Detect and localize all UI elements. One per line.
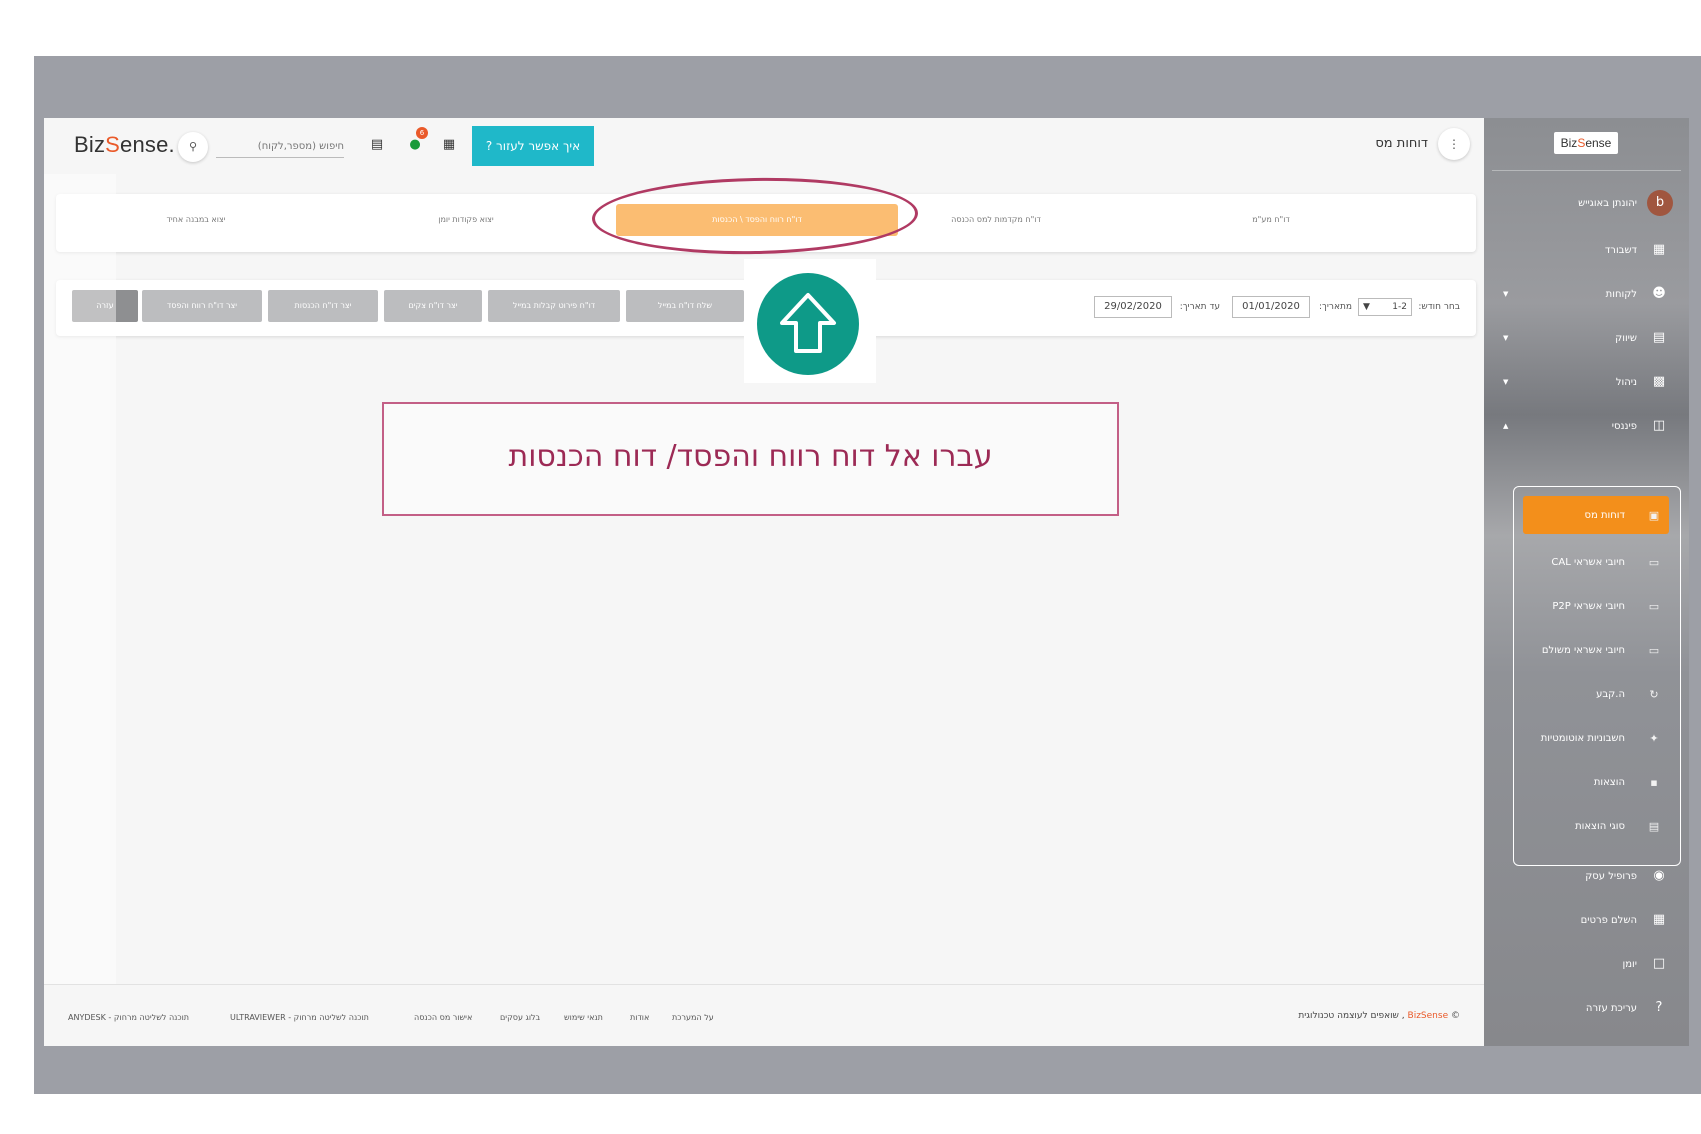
footer-link-ultraviewer[interactable]: תוכנה לשליטה מרחוק - ULTRAVIEWER <box>230 1013 369 1022</box>
footer-link-blog[interactable]: בלוג עסקים <box>500 1013 540 1022</box>
sidebar-item-dashboard[interactable]: ▦ דשבורד <box>1497 238 1667 262</box>
tab-export-journal[interactable]: יצוא פקודות יומן <box>336 204 596 236</box>
submenu-item-auto-invoices[interactable]: ✦ חשבוניות אוטומטיות <box>1523 726 1669 750</box>
to-date-input[interactable]: 29/02/2020 <box>1094 296 1172 318</box>
location-icon: ◉ <box>1653 868 1665 883</box>
chevron-down-icon: ▼ <box>1503 378 1509 386</box>
create-checks-report-button[interactable]: יצר דו"ח צקים <box>384 290 482 322</box>
user-name: יהונתן באוגייש <box>1578 197 1637 209</box>
refresh-icon: ↻ <box>1649 687 1659 701</box>
magic-icon: ✦ <box>1649 731 1659 745</box>
report-icon: ▣ <box>1648 508 1660 522</box>
instruction-callout: עברו אל דוח רווח והפסד/ דוח הכנסות <box>382 402 1119 516</box>
bizsense-logo[interactable]: BizSense. <box>74 132 175 158</box>
tab-vat-report[interactable]: דו"ח מע"מ <box>1136 204 1406 236</box>
submenu-item-standing-order[interactable]: ↻ ה.קבע <box>1523 682 1669 706</box>
more-options-icon[interactable]: ⋮ <box>1438 128 1470 160</box>
send-report-email-button[interactable]: שלח דו"ח במייל <box>626 290 744 322</box>
help-button[interactable]: איך אפשר לעזור ? <box>472 126 594 166</box>
sidebar-item-finance[interactable]: ◫ פיננסי ▲ <box>1497 414 1667 438</box>
sidebar-item-business-profile[interactable]: ◉ פרופיל עסק <box>1497 864 1667 888</box>
copyright: © BizSense , שואפים לעוצמה טכנולוגית <box>1298 1011 1460 1021</box>
notification-badge: 6 <box>416 127 428 139</box>
search-icon[interactable]: ⚲ <box>178 132 208 162</box>
receipts-detail-email-button[interactable]: דו"ח פירוט קבלות במייל <box>488 290 620 322</box>
footer-link-anydesk[interactable]: תוכנה לשליטה מרחוק - ANYDESK <box>68 1013 189 1022</box>
avatar: b <box>1647 190 1673 216</box>
chevron-down-icon: ▼ <box>1503 290 1509 298</box>
up-arrow-icon <box>757 273 859 375</box>
submenu-item-credit-p2p[interactable]: ▭ חיובי אשראי P2P <box>1523 594 1669 618</box>
sidebar-item-complete-details[interactable]: ▦ השלם פרטים <box>1497 908 1667 932</box>
month-select[interactable]: 1-2 ▼ <box>1358 298 1412 316</box>
top-header: BizSense. ⚲ ▤ ● 6 ▦ איך אפשר לעזור ? דוח… <box>44 118 1484 174</box>
store-icon[interactable]: ▤ <box>368 136 386 154</box>
chart-icon: ▩ <box>1652 374 1666 389</box>
calendar-icon: □ <box>1652 956 1666 971</box>
credit-card-icon: ▭ <box>1648 555 1660 569</box>
finance-submenu <box>1513 486 1681 866</box>
footer: © BizSense , שואפים לעוצמה טכנולוגית על … <box>44 984 1484 1046</box>
store-icon: ▤ <box>1652 330 1666 345</box>
credit-card-icon: ▭ <box>1648 643 1660 657</box>
sidebar-item-management[interactable]: ▩ ניהול ▼ <box>1497 370 1667 394</box>
money-icon: ▪ <box>1650 775 1658 789</box>
to-date-label: עד תאריך: <box>1179 302 1220 312</box>
submenu-item-expense-types[interactable]: ▤ סוגי הוצאות <box>1523 814 1669 838</box>
sidebar-item-marketing[interactable]: ▤ שיווק ▼ <box>1497 326 1667 350</box>
sidebar-item-help-edit[interactable]: ? עריכת עזרה <box>1497 996 1667 1020</box>
submenu-item-credit-cal[interactable]: ▭ חיובי אשראי CAL <box>1523 550 1669 574</box>
footer-link-about-system[interactable]: על המערכת <box>672 1013 714 1022</box>
chevron-up-icon: ▲ <box>1503 422 1509 430</box>
page-title: דוחות מס <box>1375 136 1428 151</box>
sidebar-item-calendar[interactable]: □ יומן <box>1497 952 1667 976</box>
footer-link-tax-approval[interactable]: אישור מס הכנסה <box>414 1013 472 1022</box>
apps-grid-icon[interactable]: ▦ <box>440 136 458 154</box>
create-income-report-button[interactable]: יצר דו"ח הכנסות <box>268 290 378 322</box>
user-profile[interactable]: b יהונתן באוגייש <box>1578 190 1673 216</box>
list-icon: ▤ <box>1648 819 1660 833</box>
document-icon: ◫ <box>1652 418 1666 433</box>
footer-link-terms[interactable]: תנאי שימוש <box>564 1013 603 1022</box>
widgets-icon: ▦ <box>1652 912 1666 927</box>
app-window: BizSense. ⚲ ▤ ● 6 ▦ איך אפשר לעזור ? דוח… <box>44 118 1689 1046</box>
sidebar-divider <box>1492 170 1681 171</box>
footer-link-about[interactable]: אודות <box>630 1013 649 1022</box>
chevron-down-icon: ▼ <box>1503 334 1509 342</box>
dashboard-icon: ▦ <box>1652 242 1666 257</box>
people-icon: ☻ <box>1652 286 1666 301</box>
sidebar-logo[interactable]: BizSense <box>1554 132 1618 154</box>
help-icon: ? <box>1655 1000 1663 1015</box>
from-date-input[interactable]: 01/01/2020 <box>1232 296 1310 318</box>
month-label: בחר חודש: <box>1418 302 1460 312</box>
submenu-item-credit-meshulam[interactable]: ▭ חיובי אשראי משולם <box>1523 638 1669 662</box>
sidebar-item-customers[interactable]: ☻ לקוחות ▼ <box>1497 282 1667 306</box>
left-overlay-strip <box>44 174 116 984</box>
submenu-item-tax-reports[interactable]: ▣ דוחות מס <box>1523 496 1669 534</box>
submenu-item-expenses[interactable]: ▪ הוצאות <box>1523 770 1669 794</box>
search-input[interactable] <box>216 136 344 158</box>
credit-card-icon: ▭ <box>1648 599 1660 613</box>
create-profit-loss-button[interactable]: יצר דו"ח רווח והפסד <box>142 290 262 322</box>
sidebar: BizSense b יהונתן באוגייש ▦ דשבורד ☻ לקוחו… <box>1484 118 1689 1046</box>
from-date-label: מתאריך: <box>1318 302 1352 312</box>
